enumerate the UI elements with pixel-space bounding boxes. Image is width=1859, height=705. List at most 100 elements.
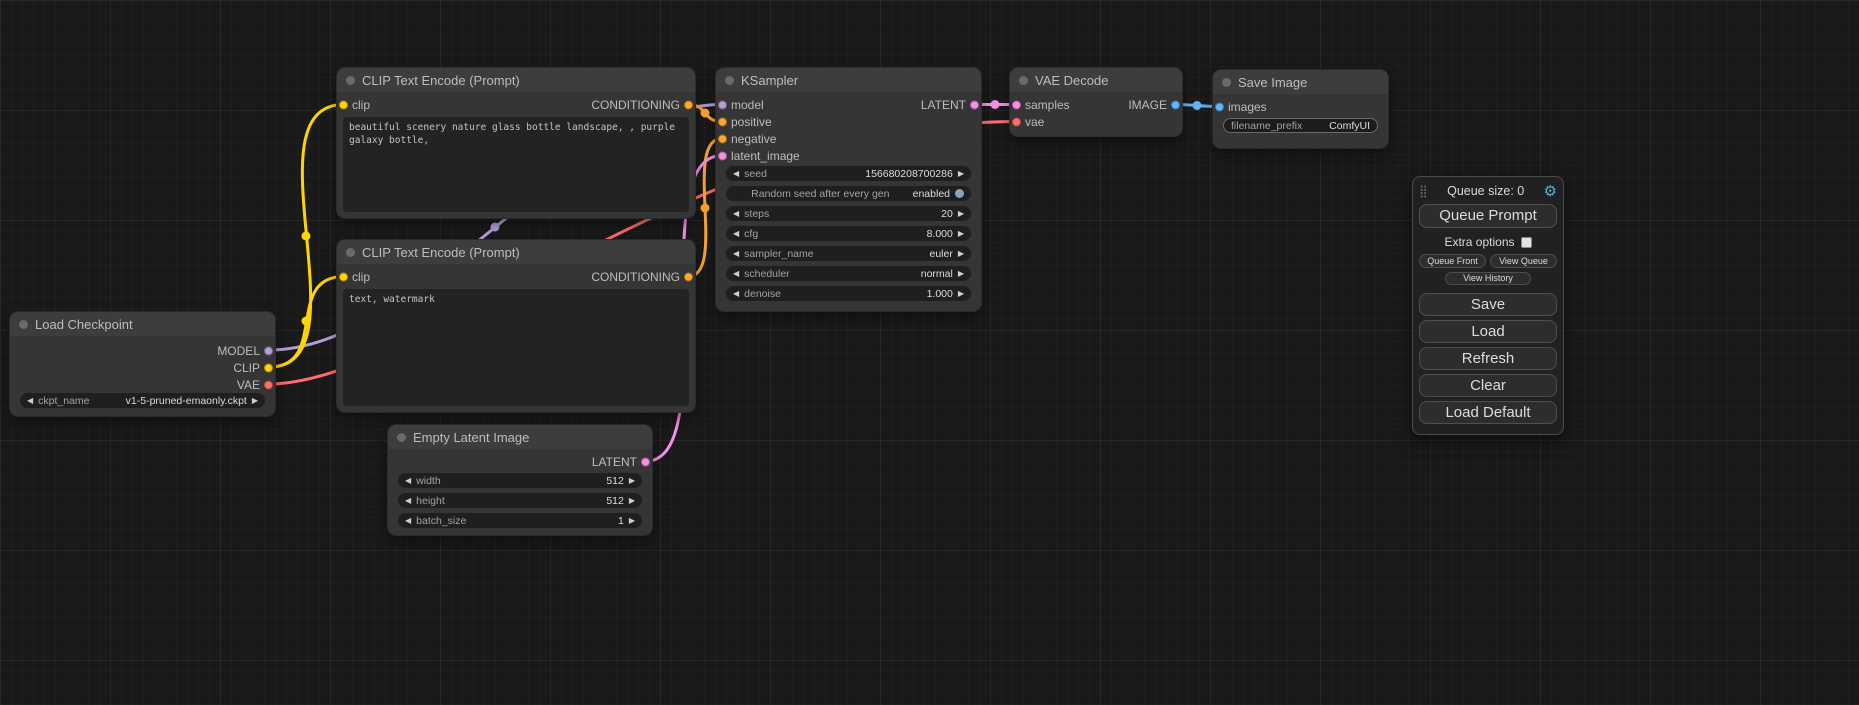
node-clip-text-encode-positive[interactable]: CLIP Text Encode (Prompt) clip CONDITION… (337, 68, 695, 218)
images-input-dot[interactable] (1215, 102, 1224, 111)
node-load-checkpoint[interactable]: Load Checkpoint MODEL CLIP VAE ◀ ckpt_na… (10, 312, 275, 416)
decrement-arrow-icon[interactable]: ◀ (733, 286, 739, 301)
node-title-bar[interactable]: VAE Decode (1010, 68, 1182, 92)
node-title-bar[interactable]: Empty Latent Image (388, 425, 652, 449)
widget-value: 8.000 (927, 228, 953, 240)
filename-prefix-widget[interactable]: filename_prefix ComfyUI (1223, 118, 1378, 133)
decrement-arrow-icon[interactable]: ◀ (405, 513, 411, 528)
latent-output-dot[interactable] (641, 457, 650, 466)
cfg-widget[interactable]: ◀ cfg 8.000 ▶ (726, 226, 971, 241)
load-default-button[interactable]: Load Default (1419, 401, 1557, 424)
link-midpoint-dot (991, 100, 1000, 109)
vae-output-dot[interactable] (264, 380, 273, 389)
latent-output-dot[interactable] (970, 100, 979, 109)
height-widget[interactable]: ◀ height 512 ▶ (398, 493, 642, 508)
positive-prompt-textarea[interactable]: beautiful scenery nature glass bottle la… (343, 117, 689, 212)
ckpt-name-widget[interactable]: ◀ ckpt_name v1-5-pruned-emaonly.ckpt ▶ (20, 393, 265, 408)
input-slot-vae: vae (1025, 115, 1044, 129)
random-seed-toggle-widget[interactable]: Random seed after every gen enabled (726, 186, 971, 201)
node-title: CLIP Text Encode (Prompt) (362, 73, 520, 88)
node-title-bar[interactable]: Save Image (1213, 70, 1388, 94)
width-widget[interactable]: ◀ width 512 ▶ (398, 473, 642, 488)
scheduler-widget[interactable]: ◀ scheduler normal ▶ (726, 266, 971, 281)
seed-widget[interactable]: ◀ seed 156680208700286 ▶ (726, 166, 971, 181)
node-title: CLIP Text Encode (Prompt) (362, 245, 520, 260)
refresh-button[interactable]: Refresh (1419, 347, 1557, 370)
view-history-button[interactable]: View History (1445, 272, 1531, 285)
conditioning-output-dot[interactable] (684, 100, 693, 109)
increment-arrow-icon[interactable]: ▶ (958, 226, 964, 241)
drag-handle-icon[interactable]: ⣿ (1419, 184, 1428, 198)
positive-input-dot[interactable] (718, 117, 727, 126)
node-status-icon (346, 76, 355, 85)
toggle-dot-icon[interactable] (955, 189, 964, 198)
node-status-icon (1222, 78, 1231, 87)
negative-input-dot[interactable] (718, 134, 727, 143)
node-ksampler[interactable]: KSampler model LATENT positive negative … (716, 68, 981, 311)
queue-prompt-button[interactable]: Queue Prompt (1419, 204, 1557, 228)
steps-widget[interactable]: ◀ steps 20 ▶ (726, 206, 971, 221)
decrement-arrow-icon[interactable]: ◀ (733, 266, 739, 281)
node-title: KSampler (741, 73, 798, 88)
clip-input-dot[interactable] (339, 272, 348, 281)
increment-arrow-icon[interactable]: ▶ (629, 513, 635, 528)
output-slot-vae: VAE (237, 378, 260, 392)
increment-arrow-icon[interactable]: ▶ (958, 286, 964, 301)
decrement-arrow-icon[interactable]: ◀ (405, 473, 411, 488)
batch-size-widget[interactable]: ◀ batch_size 1 ▶ (398, 513, 642, 528)
node-title-bar[interactable]: CLIP Text Encode (Prompt) (337, 68, 695, 92)
node-vae-decode[interactable]: VAE Decode samples IMAGE vae (1010, 68, 1182, 136)
sampler-name-widget[interactable]: ◀ sampler_name euler ▶ (726, 246, 971, 261)
samples-input-dot[interactable] (1012, 100, 1021, 109)
output-slot-model: MODEL (217, 344, 260, 358)
widget-label: seed (744, 168, 767, 180)
conditioning-output-dot[interactable] (684, 272, 693, 281)
input-slot-images: images (1228, 100, 1267, 114)
model-output-dot[interactable] (264, 346, 273, 355)
node-title-bar[interactable]: Load Checkpoint (10, 312, 275, 336)
decrement-arrow-icon[interactable]: ◀ (733, 206, 739, 221)
node-empty-latent-image[interactable]: Empty Latent Image LATENT ◀ width 512 ▶ … (388, 425, 652, 535)
increment-arrow-icon[interactable]: ▶ (629, 493, 635, 508)
decrement-arrow-icon[interactable]: ◀ (27, 393, 33, 408)
input-slot-negative: negative (731, 132, 776, 146)
latent-image-input-dot[interactable] (718, 151, 727, 160)
clip-output-dot[interactable] (264, 363, 273, 372)
clip-input-dot[interactable] (339, 100, 348, 109)
node-title-bar[interactable]: KSampler (716, 68, 981, 92)
node-save-image[interactable]: Save Image images filename_prefix ComfyU… (1213, 70, 1388, 148)
vae-input-dot[interactable] (1012, 117, 1021, 126)
increment-arrow-icon[interactable]: ▶ (958, 166, 964, 181)
node-title-bar[interactable]: CLIP Text Encode (Prompt) (337, 240, 695, 264)
increment-arrow-icon[interactable]: ▶ (629, 473, 635, 488)
decrement-arrow-icon[interactable]: ◀ (733, 166, 739, 181)
negative-prompt-textarea[interactable]: text, watermark (343, 289, 689, 406)
increment-arrow-icon[interactable]: ▶ (252, 393, 258, 408)
node-clip-text-encode-negative[interactable]: CLIP Text Encode (Prompt) clip CONDITION… (337, 240, 695, 412)
widget-value: 1.000 (927, 288, 953, 300)
save-button[interactable]: Save (1419, 293, 1557, 316)
settings-gear-icon[interactable]: ⚙ (1544, 184, 1557, 199)
image-output-dot[interactable] (1171, 100, 1180, 109)
queue-front-button[interactable]: Queue Front (1419, 254, 1486, 268)
model-input-dot[interactable] (718, 100, 727, 109)
queue-size-label: Queue size: 0 (1447, 184, 1524, 198)
decrement-arrow-icon[interactable]: ◀ (405, 493, 411, 508)
output-slot-image: IMAGE (1128, 98, 1167, 112)
increment-arrow-icon[interactable]: ▶ (958, 246, 964, 261)
decrement-arrow-icon[interactable]: ◀ (733, 226, 739, 241)
widget-label: ckpt_name (38, 395, 89, 407)
increment-arrow-icon[interactable]: ▶ (958, 266, 964, 281)
increment-arrow-icon[interactable]: ▶ (958, 206, 964, 221)
widget-value: 1 (618, 515, 624, 527)
clear-button[interactable]: Clear (1419, 374, 1557, 397)
extra-options-checkbox[interactable] (1521, 237, 1532, 248)
widget-value: 512 (606, 475, 624, 487)
denoise-widget[interactable]: ◀ denoise 1.000 ▶ (726, 286, 971, 301)
load-button[interactable]: Load (1419, 320, 1557, 343)
node-graph-canvas[interactable]: Load Checkpoint MODEL CLIP VAE ◀ ckpt_na… (0, 0, 1859, 705)
view-queue-button[interactable]: View Queue (1490, 254, 1557, 268)
queue-menu-panel: ⣿ Queue size: 0 ⚙ Queue Prompt Extra opt… (1412, 176, 1564, 435)
decrement-arrow-icon[interactable]: ◀ (733, 246, 739, 261)
node-status-icon (19, 320, 28, 329)
